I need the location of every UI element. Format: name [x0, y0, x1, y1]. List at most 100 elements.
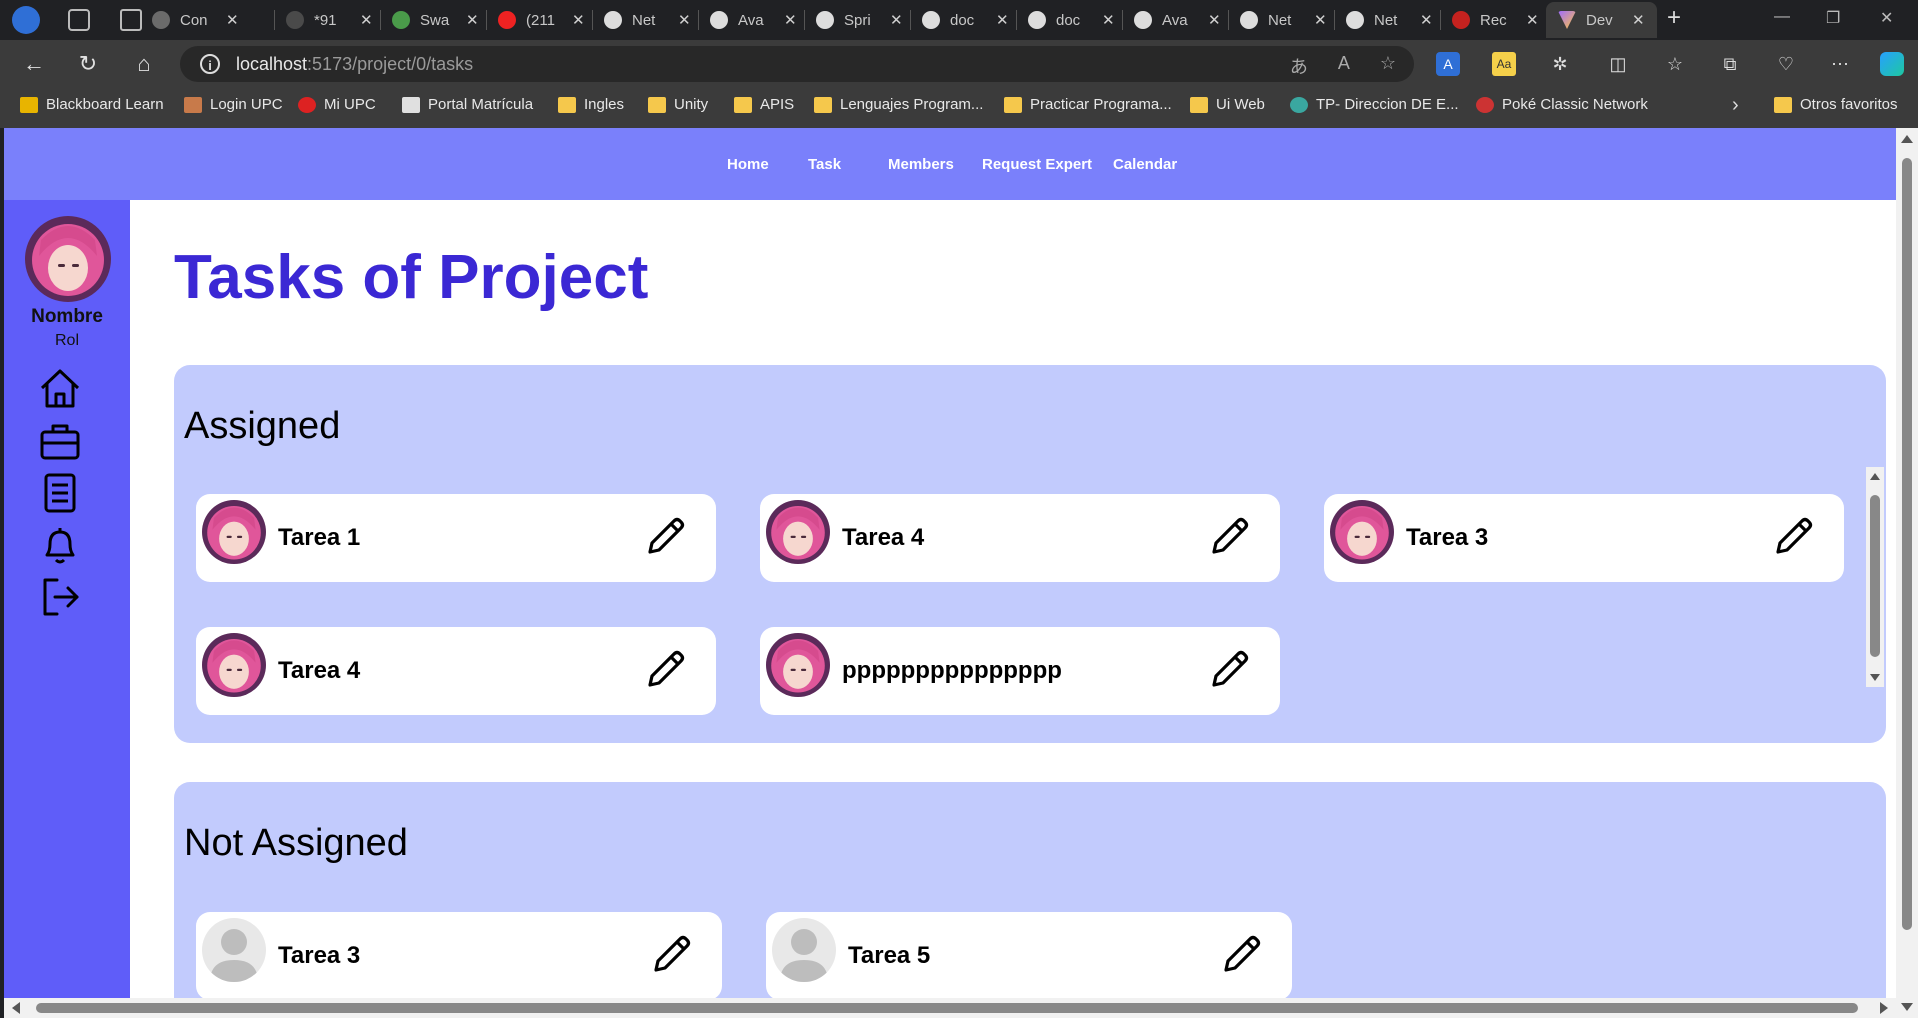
scroll-left-arrow-icon[interactable]	[12, 1002, 20, 1014]
edit-pencil-icon[interactable]	[1206, 647, 1252, 693]
bookmark-item[interactable]: Unity	[648, 96, 708, 113]
page-horizontal-scrollbar[interactable]	[4, 998, 1896, 1018]
bookmark-item[interactable]: Poké Classic Network	[1476, 96, 1648, 113]
dictionary-extension-icon[interactable]: Aa	[1492, 52, 1516, 76]
browser-tab[interactable]: *91 ✕	[286, 6, 373, 34]
copilot-icon[interactable]	[1880, 52, 1904, 76]
bookmark-item[interactable]: TP- Direccion DE E...	[1290, 96, 1459, 113]
nav-members[interactable]: Members	[888, 156, 954, 173]
home-icon[interactable]	[37, 366, 83, 412]
nav-home[interactable]: Home	[727, 156, 769, 173]
nav-request-expert[interactable]: Request Expert	[982, 156, 1092, 173]
browser-tab[interactable]: Con ✕	[152, 6, 239, 34]
edit-pencil-icon[interactable]	[642, 514, 688, 560]
bookmark-item[interactable]: APIS	[734, 96, 794, 113]
edit-pencil-icon[interactable]	[1770, 514, 1816, 560]
task-card[interactable]: Tarea 4	[760, 494, 1280, 582]
browser-tab[interactable]: Ava ✕	[1134, 6, 1221, 34]
edit-pencil-icon[interactable]	[648, 932, 694, 978]
favorite-star-icon[interactable]: ☆	[1380, 53, 1396, 79]
briefcase-icon[interactable]	[37, 418, 83, 464]
edit-pencil-icon[interactable]	[642, 647, 688, 693]
close-tab-icon[interactable]: ✕	[996, 11, 1009, 29]
edit-pencil-icon[interactable]	[1206, 514, 1252, 560]
browser-tab[interactable]: (211 ✕	[498, 6, 585, 34]
maximize-icon[interactable]: ❐	[1826, 8, 1840, 28]
logout-icon[interactable]	[37, 574, 83, 620]
user-avatar[interactable]	[25, 216, 111, 302]
profile-icon[interactable]	[12, 6, 40, 34]
browser-tab[interactable]: doc ✕	[1028, 6, 1115, 34]
close-tab-icon[interactable]: ✕	[678, 11, 691, 29]
page-vertical-scrollbar[interactable]	[1896, 128, 1918, 1018]
browser-tab[interactable]: Ava ✕	[710, 6, 797, 34]
scroll-down-arrow-icon[interactable]	[1870, 674, 1880, 681]
bookmark-item[interactable]: Practicar Programa...	[1004, 96, 1172, 113]
bookmark-item[interactable]: Lenguajes Program...	[814, 96, 983, 113]
workspaces-icon[interactable]	[68, 9, 90, 31]
address-bar[interactable]: i localhost:5173/project/0/tasks あ A ☆	[180, 46, 1414, 82]
assigned-scrollbar[interactable]	[1866, 467, 1884, 687]
browser-tab[interactable]: Rec ✕	[1452, 6, 1539, 34]
task-card[interactable]: Tarea 3	[1324, 494, 1844, 582]
scroll-thumb[interactable]	[36, 1003, 1858, 1013]
browser-tab[interactable]: Net ✕	[604, 6, 691, 34]
scroll-thumb[interactable]	[1902, 158, 1912, 930]
new-tab-button[interactable]: +	[1667, 4, 1681, 32]
more-icon[interactable]: ⋯	[1828, 52, 1852, 76]
collections-icon[interactable]: ⧉	[1718, 52, 1742, 76]
task-card[interactable]: ppppppppppppppp	[760, 627, 1280, 715]
edit-pencil-icon[interactable]	[1218, 932, 1264, 978]
scroll-down-arrow-icon[interactable]	[1901, 1003, 1913, 1011]
close-tab-icon[interactable]: ✕	[784, 11, 797, 29]
scroll-right-arrow-icon[interactable]	[1880, 1002, 1888, 1014]
bookmark-item[interactable]: Login UPC	[184, 96, 283, 113]
read-aloud-icon[interactable]: A	[1338, 53, 1350, 79]
close-tab-icon[interactable]: ✕	[1208, 11, 1221, 29]
close-window-icon[interactable]: ✕	[1880, 8, 1893, 28]
browser-tab[interactable]: Spri ✕	[816, 6, 903, 34]
bookmark-item[interactable]: Ui Web	[1190, 96, 1265, 113]
close-tab-icon[interactable]: ✕	[1314, 11, 1327, 29]
url-text[interactable]: localhost:5173/project/0/tasks	[236, 54, 473, 75]
close-tab-icon[interactable]: ✕	[572, 11, 585, 29]
minimize-icon[interactable]: —	[1774, 8, 1790, 26]
extensions-icon[interactable]: ✲	[1548, 52, 1572, 76]
tab-active[interactable]: Dev ✕	[1546, 2, 1657, 38]
browser-tab[interactable]: Swa ✕	[392, 6, 479, 34]
task-card[interactable]: Tarea 5	[766, 912, 1292, 998]
task-card[interactable]: Tarea 3	[196, 912, 722, 998]
close-tab-icon[interactable]: ✕	[1526, 11, 1539, 29]
bookmark-item[interactable]: Mi UPC	[298, 96, 376, 113]
translate-icon[interactable]: あ	[1290, 53, 1308, 79]
close-tab-icon[interactable]: ✕	[1420, 11, 1433, 29]
scroll-up-arrow-icon[interactable]	[1901, 135, 1913, 143]
close-tab-icon[interactable]: ✕	[890, 11, 903, 29]
browser-tab[interactable]: doc ✕	[922, 6, 1009, 34]
browser-tab[interactable]: Net ✕	[1346, 6, 1433, 34]
nav-calendar[interactable]: Calendar	[1113, 156, 1177, 173]
tab-actions-icon[interactable]	[120, 9, 142, 31]
browser-tab[interactable]: Net ✕	[1240, 6, 1327, 34]
refresh-icon[interactable]: ↻	[74, 50, 102, 78]
home-icon[interactable]: ⌂	[130, 50, 158, 78]
more-bookmarks-chevron-icon[interactable]: ›	[1732, 94, 1739, 117]
scroll-up-arrow-icon[interactable]	[1870, 473, 1880, 480]
health-icon[interactable]: ♡	[1774, 52, 1798, 76]
close-tab-icon[interactable]: ✕	[360, 11, 373, 29]
nav-task[interactable]: Task	[808, 156, 841, 173]
translator-extension-icon[interactable]: A	[1436, 52, 1460, 76]
task-card[interactable]: Tarea 1	[196, 494, 716, 582]
bookmark-item[interactable]: Portal Matrícula	[402, 96, 533, 113]
bookmark-item[interactable]: Blackboard Learn	[20, 96, 164, 113]
favorites-icon[interactable]: ☆	[1663, 52, 1687, 76]
back-icon[interactable]: ←	[20, 50, 48, 78]
bookmark-item[interactable]: Ingles	[558, 96, 624, 113]
other-favorites[interactable]: Otros favoritos	[1774, 96, 1898, 113]
split-screen-icon[interactable]: ◫	[1606, 52, 1630, 76]
close-tab-icon[interactable]: ✕	[466, 11, 479, 29]
site-info-icon[interactable]: i	[200, 54, 220, 74]
document-icon[interactable]	[37, 470, 83, 516]
close-tab-icon[interactable]: ✕	[226, 11, 239, 29]
close-tab-icon[interactable]: ✕	[1632, 11, 1645, 29]
